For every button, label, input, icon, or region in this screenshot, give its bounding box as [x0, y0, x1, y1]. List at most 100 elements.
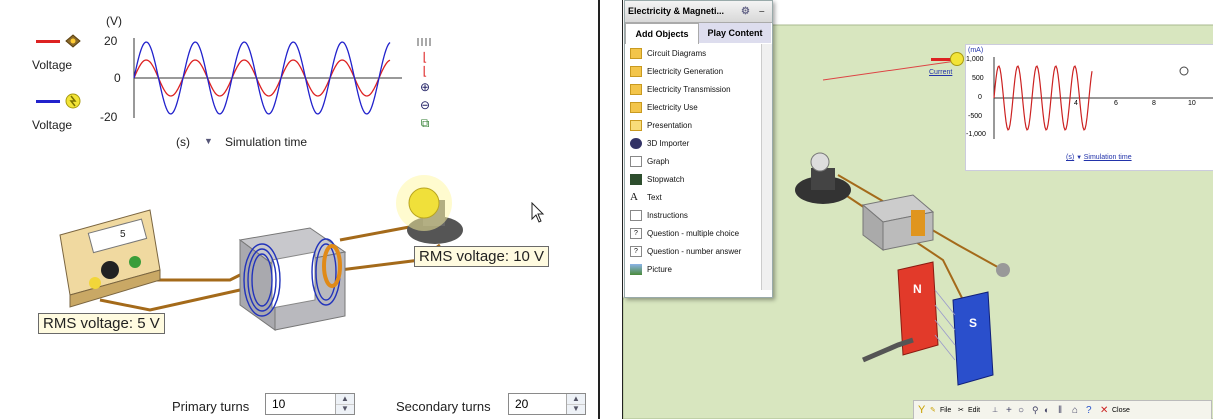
list-item-label: Electricity Use — [647, 103, 698, 112]
secondary-turns-value: 20 — [515, 397, 529, 411]
close-button[interactable]: Close — [1112, 401, 1130, 419]
list-item-label: Circuit Diagrams — [647, 49, 707, 58]
hand-cursor-icon — [1179, 66, 1189, 76]
list-item[interactable]: Electricity Generation — [625, 63, 761, 81]
list-item[interactable]: Graph — [625, 153, 761, 171]
question-icon: ? — [630, 228, 642, 239]
edit-button[interactable]: Edit — [968, 401, 980, 419]
wire — [99, 288, 241, 312]
secondary-turns-stepper[interactable]: 20 ▲ ▼ — [508, 393, 586, 415]
voltage-graph[interactable] — [120, 28, 402, 124]
stepper-buttons[interactable]: ▲ ▼ — [335, 394, 354, 414]
x-axis-unit: (s) — [1066, 154, 1075, 161]
list-item[interactable]: ? Question - number answer — [625, 243, 761, 261]
file-icon[interactable]: ✎ — [930, 401, 936, 419]
list-item-label: Instructions — [647, 211, 688, 220]
list-item[interactable]: Electricity Transmission — [625, 81, 761, 99]
axis-pan-icon[interactable]: ⌊ — [417, 64, 433, 78]
wand-icon[interactable]: Y — [918, 401, 925, 419]
north-pole-label: N — [913, 282, 922, 296]
question-icon: ? — [630, 246, 642, 257]
axis-zoom-icon[interactable]: ⌊ — [417, 50, 433, 64]
legend-label: Voltage — [32, 58, 73, 72]
transformer-simulation-panel: Voltage Voltage (V) 20 0 -20 (s) ▼ Simul… — [0, 0, 600, 419]
home-icon[interactable]: ⌂ — [1072, 401, 1078, 419]
folder-icon — [630, 66, 642, 77]
window-title: Electricity & Magneti... ⚙ – — [625, 1, 772, 23]
primary-turns-label: Primary turns — [172, 399, 250, 414]
dropdown-arrow-icon[interactable]: ▼ — [1076, 155, 1084, 161]
list-item-label: Electricity Transmission — [647, 85, 731, 94]
list-item[interactable]: 3D Importer — [625, 135, 761, 153]
camera-icon[interactable]: ◐ — [1044, 401, 1049, 419]
secondary-rms-voltage-tooltip: RMS voltage: 10 V — [414, 246, 550, 267]
primary-turns-stepper[interactable]: 10 ▲ ▼ — [265, 393, 355, 415]
list-item-label: Presentation — [647, 121, 692, 130]
list-item-label: Stopwatch — [647, 175, 685, 184]
list-item[interactable]: Picture — [625, 261, 761, 279]
close-icon[interactable]: ✕ — [1100, 401, 1108, 419]
zoom-in-icon[interactable]: ⊕ — [417, 80, 433, 94]
move-icon[interactable]: + — [1006, 401, 1012, 419]
grid-icon[interactable] — [417, 38, 433, 46]
list-item-label: Electricity Generation — [647, 67, 724, 76]
ruler-icon[interactable]: ⊥ — [992, 401, 998, 419]
window-tabs: Add Objects Play Content — [625, 23, 772, 44]
voltmeter — [59, 209, 161, 308]
current-plot — [993, 57, 1213, 139]
blue-line-icon — [36, 100, 60, 103]
instructions-icon — [630, 210, 642, 221]
file-button[interactable]: File — [940, 401, 951, 419]
primary-turns-value: 10 — [272, 397, 286, 411]
dropdown-arrow-icon[interactable]: ▼ — [204, 136, 213, 146]
settings-icon[interactable]: ⚙ — [741, 1, 750, 22]
list-item[interactable]: ? Question - multiple choice — [625, 225, 761, 243]
stepper-buttons[interactable]: ▲ ▼ — [566, 394, 585, 414]
probe-icon — [950, 52, 964, 66]
legend-voltage-primary[interactable]: Voltage — [32, 32, 92, 72]
y-tick-label: -20 — [100, 110, 118, 124]
x-tick-label: 4 — [1074, 100, 1078, 107]
edit-icon[interactable]: ✂ — [958, 401, 964, 419]
meter-icon — [64, 32, 82, 50]
list-item-label: Question - number answer — [647, 247, 742, 256]
stopwatch-icon — [630, 174, 642, 185]
crop-icon[interactable]: ⧉ — [417, 116, 433, 130]
importer-icon — [630, 138, 642, 149]
current-label[interactable]: Current — [929, 69, 952, 76]
x-axis-unit: (s) — [176, 135, 190, 149]
x-axis-caption: Simulation time — [1083, 154, 1132, 161]
zoom-out-icon[interactable]: ⊖ — [417, 98, 433, 112]
folder-icon — [630, 48, 642, 59]
y-tick-label: 1,000 — [966, 56, 984, 63]
legend-voltage-secondary[interactable]: Voltage — [32, 92, 92, 132]
pause-icon[interactable]: ‖ — [1058, 401, 1062, 419]
tab-add-objects[interactable]: Add Objects — [625, 23, 699, 44]
list-item[interactable]: Electricity Use — [625, 99, 761, 117]
list-scrollbar[interactable] — [761, 44, 772, 290]
decrement-icon[interactable]: ▼ — [567, 404, 585, 414]
object-list: Circuit Diagrams Electricity Generation … — [625, 45, 761, 279]
x-tick-label: 10 — [1188, 100, 1196, 107]
x-axis-caption-row[interactable]: (s) ▼ Simulation time — [1066, 154, 1132, 161]
zoom-icon[interactable]: ⚲ — [1032, 401, 1039, 419]
text-icon: A — [630, 191, 638, 203]
add-objects-window[interactable]: Electricity & Magneti... ⚙ – Add Objects… — [624, 0, 773, 298]
list-item[interactable]: A Text — [625, 189, 761, 207]
list-item[interactable]: Stopwatch — [625, 171, 761, 189]
current-graph[interactable]: (mA) 1,000 500 0 -500 -1,000 4 6 8 10 (s… — [965, 44, 1213, 171]
list-item[interactable]: Instructions — [625, 207, 761, 225]
meter-value: 5 — [120, 229, 126, 240]
y-tick-label: 0 — [978, 94, 982, 101]
generator-simulation-panel: N S Electricity & Magneti... ⚙ – Add Obj… — [622, 0, 1213, 419]
window-title-text: Electricity & Magneti... — [628, 6, 725, 16]
rotate-icon[interactable]: ○ — [1018, 401, 1024, 419]
tab-play-content[interactable]: Play Content — [699, 23, 771, 43]
bottom-toolbar: Y ✎ File ✂ Edit ⊥ + ○ ⚲ ◐ ‖ ⌂ ? ✕ Close — [913, 400, 1212, 419]
decrement-icon[interactable]: ▼ — [336, 404, 354, 414]
minimize-icon[interactable]: – — [759, 1, 765, 22]
list-item[interactable]: Circuit Diagrams — [625, 45, 761, 63]
help-icon[interactable]: ? — [1086, 401, 1092, 419]
list-item[interactable]: Presentation — [625, 117, 761, 135]
list-item-label: Text — [647, 193, 662, 202]
